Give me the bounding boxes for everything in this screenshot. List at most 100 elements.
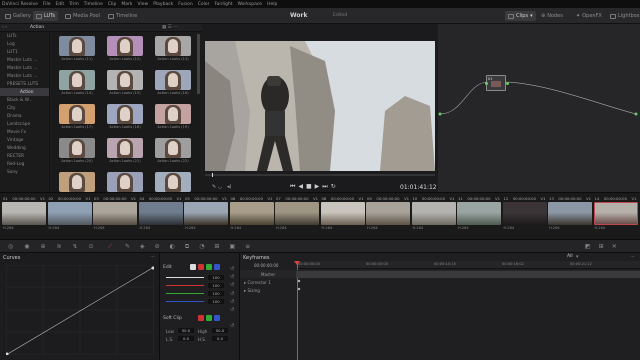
timeline-button[interactable]: Timeline xyxy=(105,11,140,21)
menu-item[interactable]: Fusion xyxy=(178,2,192,7)
lut-thumbnail[interactable]: Action Looks (12) xyxy=(105,36,145,63)
menu-item[interactable]: File xyxy=(43,2,51,7)
grid-view-icon[interactable]: ▦ ☰ ⋯ xyxy=(162,25,178,30)
lut-thumbnail[interactable]: Action Looks (21) xyxy=(105,138,145,165)
sidebar-item[interactable]: Black & W... xyxy=(0,96,49,104)
sidebar-item[interactable]: Log xyxy=(0,40,49,48)
softclip-blue-button[interactable] xyxy=(214,315,220,321)
clip-thumbnail[interactable]: 11 00:00:00:00 V1 H.264 xyxy=(457,196,501,236)
red-value[interactable]: 100 xyxy=(208,283,224,288)
blue-value[interactable]: 100 xyxy=(208,299,224,304)
softclip-red-button[interactable] xyxy=(198,315,204,321)
luma-value[interactable]: 100 xyxy=(208,275,224,280)
luma-channel-button[interactable] xyxy=(190,264,196,270)
keyframe-row-master[interactable]: Master xyxy=(240,270,640,278)
sidebar-item[interactable]: Master Luts ... xyxy=(0,56,49,64)
sidebar-item[interactable]: LUTs xyxy=(0,32,49,40)
pen-tool-icon[interactable]: ✎ ◡ xyxy=(212,184,222,190)
menu-item[interactable]: DaVinci Resolve xyxy=(2,2,38,7)
curves-palette-icon[interactable]: ⟋ xyxy=(108,243,112,251)
green-value[interactable]: 100 xyxy=(208,291,224,296)
sidebar-item[interactable]: Wedding xyxy=(0,144,49,152)
nodes-button[interactable]: ⊕ Nodes xyxy=(538,11,566,21)
blue-slider[interactable] xyxy=(166,301,204,302)
ls-value[interactable]: 0.0 xyxy=(178,336,194,341)
back-icon[interactable]: ‹ › xyxy=(2,25,7,30)
green-channel-button[interactable] xyxy=(206,264,212,270)
clip-thumbnail[interactable]: 10 00:00:00:00 V1 H.264 xyxy=(411,196,456,236)
sidebar-item[interactable]: City xyxy=(0,104,49,112)
lut-thumbnail[interactable]: Action Looks (20) xyxy=(57,138,97,165)
keyframe-ruler[interactable]: 00:00:00:00 00:00:05:00 00:00:10:15 00:00:1… xyxy=(296,261,640,269)
clip-thumbnail[interactable]: 06 00:00:00:00 V1 H.264 xyxy=(229,196,274,236)
media-pool-button[interactable]: Media Pool xyxy=(62,11,103,21)
menu-item[interactable]: Color xyxy=(198,2,210,7)
clip-thumbnail[interactable]: 05 00:00:00:00 V1 H.264 xyxy=(184,196,228,236)
clip-thumbnail[interactable]: 12 00:00:00:00 V1 H.264 xyxy=(502,196,547,236)
sidebar-item[interactable]: Master Luts ... xyxy=(0,64,49,72)
clip-thumbnail[interactable]: 04 00:00:00:00 V1 H.264 xyxy=(138,196,183,236)
lut-thumbnail[interactable]: Action Looks (22) xyxy=(153,138,193,165)
lut-thumbnail[interactable]: Action Looks (15) xyxy=(105,70,145,97)
node-output-icon[interactable] xyxy=(506,82,509,85)
red-channel-button[interactable] xyxy=(198,264,204,270)
red-slider[interactable] xyxy=(166,285,204,286)
node-input-icon[interactable] xyxy=(485,82,488,85)
gallery-button[interactable]: Gallery xyxy=(2,11,34,21)
clip-thumbnail[interactable]: 14 00:00:00:00 V1 H.264 xyxy=(593,196,638,236)
scrubber-playhead[interactable] xyxy=(212,173,213,177)
clip-thumbnail[interactable]: 02 00:00:00:00 V1 H.264 xyxy=(47,196,92,236)
corrector-node[interactable]: 01 xyxy=(485,75,509,91)
clips-button[interactable]: Clips ▾ xyxy=(505,11,536,21)
clip-thumbnail[interactable]: 09 00:00:00:00 V1 H.264 xyxy=(366,196,410,236)
sidebar-item[interactable]: LUT1 xyxy=(0,48,49,56)
menu-item[interactable]: Help xyxy=(267,2,277,7)
clip-thumbnail[interactable]: 01 00:00:00:00 V1 H.264 xyxy=(2,196,46,236)
lut-thumbnail[interactable]: Action Looks (16) xyxy=(153,70,193,97)
sidebar-item[interactable]: Vintage xyxy=(0,136,49,144)
chevron-down-icon[interactable]: ▾ xyxy=(576,254,579,260)
sidebar-item[interactable]: Red-Log xyxy=(0,160,49,168)
lut-thumbnail[interactable]: Action Looks (23) xyxy=(57,172,97,192)
lut-thumbnail[interactable]: Action Looks (13) xyxy=(153,36,193,63)
lut-thumbnail[interactable]: Action Looks (14) xyxy=(57,70,97,97)
clip-thumbnail[interactable]: 08 00:00:00:00 V1 H.264 xyxy=(320,196,365,236)
sidebar-item[interactable]: RECTER xyxy=(0,152,49,160)
reset-icons[interactable]: ↺ ↺ ↺ ↺ ↺ ↺ ↺ xyxy=(230,265,234,331)
menu-item[interactable]: Playback xyxy=(153,2,173,7)
lut-thumbnail[interactable]: Action Looks (17) xyxy=(57,104,97,131)
more-options-icon[interactable]: ⋯ xyxy=(150,254,155,260)
softclip-green-button[interactable] xyxy=(206,315,212,321)
lut-thumbnail[interactable]: Action Looks (24) xyxy=(105,172,145,192)
menu-item[interactable]: View xyxy=(138,2,149,7)
lut-thumbnail[interactable]: Action Looks (11) xyxy=(57,36,97,63)
lut-thumbnail[interactable]: Action Looks (25) xyxy=(153,172,193,192)
keyframe-row-sizing[interactable]: ▸ Sizing xyxy=(240,286,640,294)
high-value[interactable]: 50.0 xyxy=(212,328,228,333)
palette-icons-left[interactable]: ◎◉⊕≋↯⊙ xyxy=(8,243,105,250)
scopes-icons[interactable]: ◩⊞✕ xyxy=(585,243,625,250)
curve-editor[interactable] xyxy=(6,265,154,355)
menu-item[interactable]: Edit xyxy=(55,2,64,7)
lightbox-button[interactable]: Lightbox xyxy=(607,11,640,21)
menu-item[interactable]: Workspace xyxy=(237,2,262,7)
menu-item[interactable]: Timeline xyxy=(84,2,103,7)
sidebar-item[interactable]: Landscape xyxy=(0,120,49,128)
lut-thumbnail[interactable]: Action Looks (19) xyxy=(153,104,193,131)
sidebar-item[interactable]: Master Luts ... xyxy=(0,72,49,80)
keyframe-row-corrector[interactable]: ▸ Corrector 1 xyxy=(240,278,640,286)
more-options-icon[interactable]: ⋯ xyxy=(630,254,635,260)
hs-value[interactable]: 0.0 xyxy=(212,336,228,341)
audio-icon[interactable]: ◂) xyxy=(227,184,231,190)
menu-item[interactable]: Fairlight xyxy=(214,2,232,7)
scrollbar[interactable] xyxy=(197,34,200,94)
blue-channel-button[interactable] xyxy=(214,264,220,270)
sidebar-item[interactable]: Action xyxy=(0,88,49,96)
clip-thumbnail[interactable]: 13 00:00:00:00 V1 H.264 xyxy=(548,196,592,236)
luma-slider[interactable] xyxy=(166,277,204,278)
viewer-scrubber[interactable] xyxy=(205,174,435,176)
sidebar-item[interactable]: Drama xyxy=(0,112,49,120)
clip-thumbnail[interactable]: 03 00:00:00:00 V1 H.264 xyxy=(93,196,137,236)
green-slider[interactable] xyxy=(166,293,204,294)
playback-buttons[interactable]: ⏮◀■▶⏭↻ xyxy=(290,183,339,191)
